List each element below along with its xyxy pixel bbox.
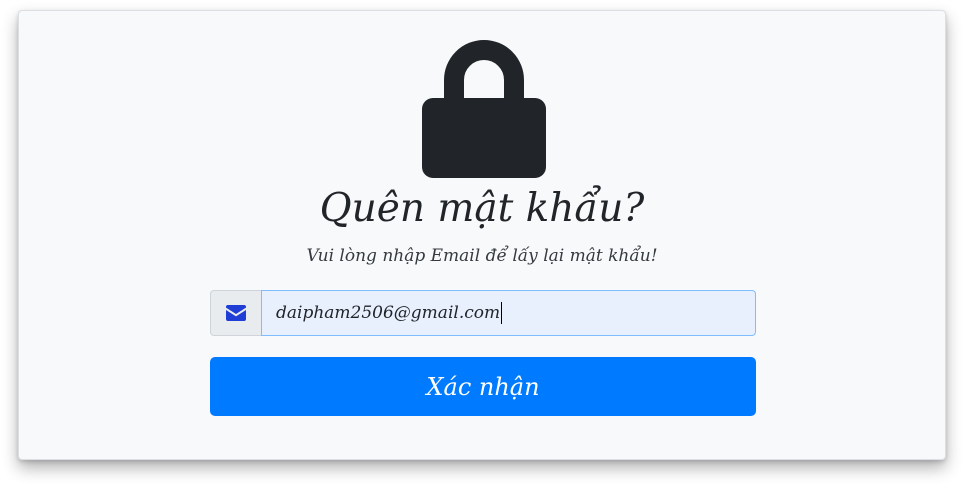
- email-value: daipham2506@gmail.com: [276, 303, 501, 323]
- email-addon: [210, 290, 261, 336]
- email-input-group: daipham2506@gmail.com: [210, 290, 756, 336]
- text-caret: [501, 302, 503, 324]
- page-title: Quên mật khẩu?: [319, 186, 645, 231]
- submit-button[interactable]: Xác nhận: [210, 357, 756, 416]
- email-field[interactable]: daipham2506@gmail.com: [261, 290, 756, 336]
- page-subtitle: Vui lòng nhập Email để lấy lại mật khẩu!: [306, 246, 658, 266]
- forgot-password-card: Quên mật khẩu? Vui lòng nhập Email để lấ…: [18, 10, 946, 460]
- envelope-icon: [226, 305, 246, 321]
- lock-icon: [422, 40, 546, 178]
